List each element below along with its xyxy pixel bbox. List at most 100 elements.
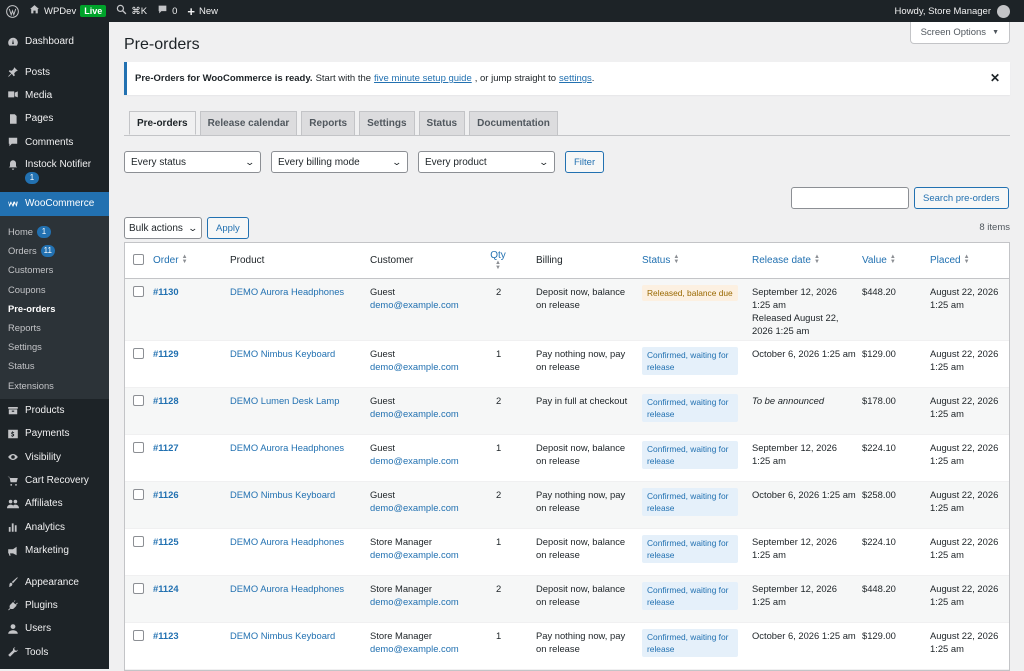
placed-cell: August 22, 2026 1:25 am [930,583,999,607]
product-link[interactable]: DEMO Aurora Headphones [230,536,344,547]
row-checkbox[interactable] [133,348,144,359]
menu-analytics[interactable]: Analytics [0,516,109,539]
order-link[interactable]: #1130 [153,286,179,297]
select-all-checkbox[interactable] [133,254,144,265]
submenu-coupons[interactable]: Coupons [0,280,109,299]
order-link[interactable]: #1124 [153,583,179,594]
customer-email-link[interactable]: demo@example.com [370,643,459,654]
tab-release-calendar[interactable]: Release calendar [199,111,298,135]
bulk-actions-value: Bulk actions [129,222,183,234]
column-release-label: Release date [752,255,811,266]
customer-email-link[interactable]: demo@example.com [370,549,459,560]
order-link[interactable]: #1125 [153,536,179,547]
product-link[interactable]: DEMO Nimbus Keyboard [230,630,335,641]
dismiss-notice-icon[interactable]: ✕ [990,71,1000,85]
product-filter-select[interactable]: Every product ⌄ [418,151,555,173]
submenu-orders[interactable]: Orders 11 [0,241,109,260]
menu-appearance[interactable]: Appearance [0,570,109,593]
row-checkbox[interactable] [133,442,144,453]
column-placed[interactable]: Placed ▲ ▼ [930,254,1009,266]
customer-email-link[interactable]: demo@example.com [370,408,459,419]
search-pre-orders-button[interactable]: Search pre-orders [914,187,1009,209]
setup-guide-link[interactable]: five minute setup guide [374,73,472,84]
tab-divider [124,135,1010,136]
comments-link[interactable]: 0 [152,0,182,22]
product-link[interactable]: DEMO Nimbus Keyboard [230,489,335,500]
column-value[interactable]: Value ▲ ▼ [862,254,930,266]
tab-pre-orders[interactable]: Pre-orders [129,111,196,135]
menu-dashboard[interactable]: Dashboard [0,30,109,53]
menu-tools[interactable]: Tools [0,641,109,664]
bulk-actions-select[interactable]: Bulk actions ⌄ [124,217,202,239]
tab-status[interactable]: Status [418,111,466,135]
menu-products[interactable]: Products [0,399,109,422]
column-release-date[interactable]: Release date ▲ ▼ [752,254,862,266]
row-checkbox[interactable] [133,489,144,500]
row-checkbox[interactable] [133,583,144,594]
row-checkbox[interactable] [133,536,144,547]
menu-media[interactable]: Media [0,84,109,107]
menu-visibility[interactable]: Visibility [0,445,109,468]
filter-button[interactable]: Filter [565,151,605,173]
customer-email-link[interactable]: demo@example.com [370,361,459,372]
menu-pages[interactable]: Pages [0,107,109,130]
submenu-pre-orders[interactable]: Pre-orders [0,299,109,318]
menu-instock-notifier[interactable]: Instock Notifier 1 [0,154,109,188]
customer-email-link[interactable]: demo@example.com [370,455,459,466]
site-name-link[interactable]: WPDev Live [24,0,111,22]
order-link[interactable]: #1123 [153,630,179,641]
screen-options-button[interactable]: Screen Options ▼ [909,22,1010,44]
status-filter-select[interactable]: Every status ⌄ [124,151,261,173]
product-link[interactable]: DEMO Lumen Desk Lamp [230,395,339,406]
menu-posts[interactable]: Posts [0,60,109,83]
customer-email-link[interactable]: demo@example.com [370,502,459,513]
menu-marketing[interactable]: Marketing [0,539,109,562]
search-input[interactable] [791,187,909,209]
settings-link[interactable]: settings [559,73,592,84]
new-content-link[interactable]: + New [182,0,223,22]
submenu-extensions[interactable]: Extensions [0,375,109,394]
menu-comments[interactable]: Comments [0,131,109,154]
notice-text: Start with the [315,73,372,84]
row-checkbox[interactable] [133,395,144,406]
submenu-home[interactable]: Home 1 [0,222,109,241]
product-link[interactable]: DEMO Aurora Headphones [230,583,344,594]
submenu-label: Pre-orders [8,302,56,314]
customer-email-link[interactable]: demo@example.com [370,596,459,607]
menu-plugins[interactable]: Plugins [0,594,109,617]
apply-button[interactable]: Apply [207,217,249,239]
menu-payments[interactable]: Payments [0,422,109,445]
account-menu[interactable]: Howdy, Store Manager [895,4,1024,18]
row-checkbox[interactable] [133,630,144,641]
menu-affiliates[interactable]: Affiliates [0,492,109,515]
order-link[interactable]: #1127 [153,442,179,453]
site-name: WPDev [44,5,77,17]
product-link[interactable]: DEMO Aurora Headphones [230,442,344,453]
menu-woocommerce[interactable]: WooCommerce [0,191,109,216]
billing-filter-select[interactable]: Every billing mode ⌄ [271,151,408,173]
notice-text: , or jump straight to [474,73,557,84]
menu-cart-recovery[interactable]: Cart Recovery [0,469,109,492]
row-checkbox[interactable] [133,286,144,297]
column-order[interactable]: Order ▲ ▼ [153,254,230,266]
search-shortcut[interactable]: ⌘K [111,0,152,22]
customer-email-link[interactable]: demo@example.com [370,299,459,310]
submenu-customers[interactable]: Customers [0,260,109,279]
menu-users[interactable]: Users [0,617,109,640]
eye-icon [7,451,19,463]
order-link[interactable]: #1128 [153,395,179,406]
column-qty[interactable]: Qty ▲ ▼ [478,250,518,272]
submenu-status[interactable]: Status [0,356,109,375]
order-link[interactable]: #1126 [153,489,179,500]
order-link[interactable]: #1129 [153,348,179,359]
tab-documentation[interactable]: Documentation [469,111,558,135]
submenu-reports[interactable]: Reports [0,318,109,337]
submenu-settings[interactable]: Settings [0,337,109,356]
product-link[interactable]: DEMO Aurora Headphones [230,286,344,297]
product-link[interactable]: DEMO Nimbus Keyboard [230,348,335,359]
tab-settings[interactable]: Settings [359,111,415,135]
release-note: Released August 22, 2026 1:25 am [752,312,839,336]
wordpress-logo-icon[interactable] [0,0,24,22]
tab-reports[interactable]: Reports [301,111,356,135]
column-status[interactable]: Status ▲ ▼ [642,254,752,266]
